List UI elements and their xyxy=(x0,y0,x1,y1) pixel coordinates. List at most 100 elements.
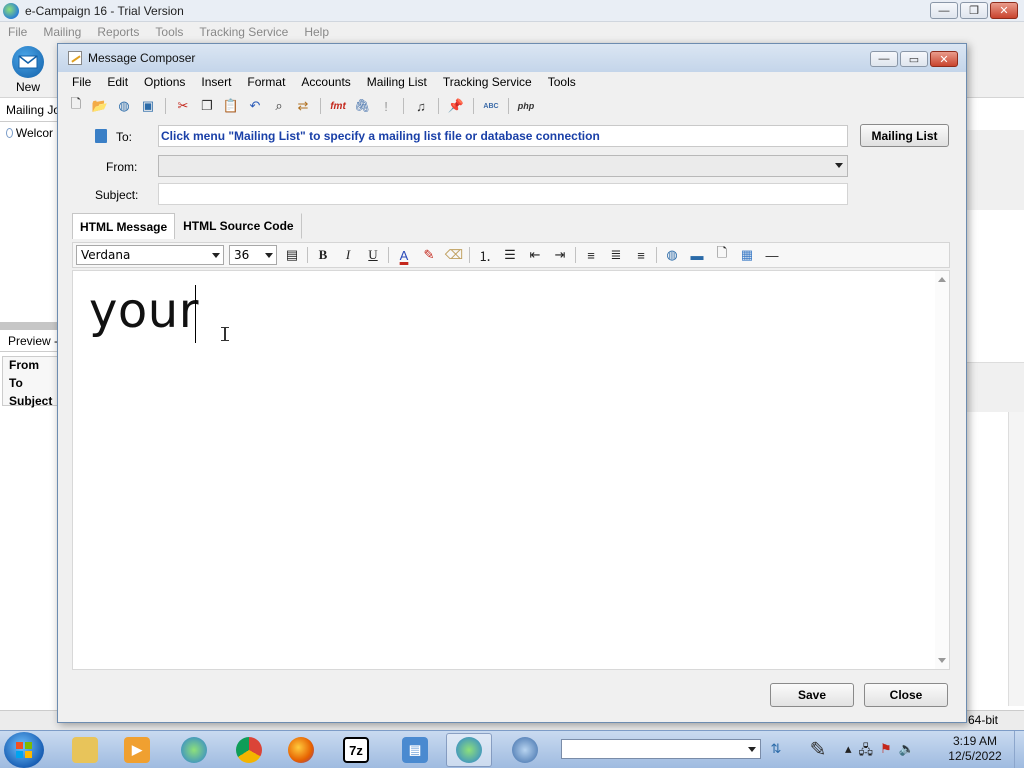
outdent-icon[interactable]: ⇤ xyxy=(525,245,545,265)
taskbar-firefox[interactable] xyxy=(278,733,324,767)
to-field[interactable]: Click menu "Mailing List" to specify a m… xyxy=(158,125,848,147)
align-left-icon[interactable]: ≡ xyxy=(581,245,601,265)
new-campaign-button[interactable]: New xyxy=(4,46,52,98)
music-icon[interactable]: ♫ xyxy=(411,96,431,116)
fmt-icon[interactable]: fmt xyxy=(328,96,348,116)
font-size-select[interactable]: 36 xyxy=(229,245,277,265)
main-menu-file[interactable]: File xyxy=(0,25,35,39)
numbered-list-icon[interactable]: ⒈ xyxy=(475,245,495,265)
show-desktop-button[interactable] xyxy=(1014,731,1024,768)
main-menu-mailing[interactable]: Mailing xyxy=(35,25,89,39)
scroll-up-icon[interactable] xyxy=(938,277,946,282)
close-button[interactable]: Close xyxy=(864,683,948,707)
taskbar-network[interactable] xyxy=(502,733,548,767)
toolbar-separator xyxy=(388,247,389,263)
composer-menu-options[interactable]: Options xyxy=(136,75,193,89)
scroll-down-icon[interactable] xyxy=(938,658,946,663)
highlight-color-icon[interactable]: ✎ xyxy=(419,245,439,265)
paragraph-format-icon[interactable]: ▤ xyxy=(282,245,302,265)
horizontal-rule-icon[interactable]: — xyxy=(762,245,782,265)
font-name-select[interactable]: Verdana xyxy=(76,245,224,265)
refresh-icon[interactable]: ⇅ xyxy=(766,739,786,759)
main-menu-help[interactable]: Help xyxy=(296,25,337,39)
main-menu-tools[interactable]: Tools xyxy=(147,25,191,39)
windows-logo-icon xyxy=(16,742,32,758)
taskbar-media-player[interactable]: ▶ xyxy=(114,733,160,767)
from-dropdown[interactable] xyxy=(158,155,848,177)
message-editor[interactable]: your xyxy=(72,270,950,670)
taskbar-address-box[interactable] xyxy=(561,739,761,759)
tab-html-source-code[interactable]: HTML Source Code xyxy=(175,213,302,239)
close-window-button[interactable]: ✕ xyxy=(990,2,1018,19)
composer-menu-tracking-service[interactable]: Tracking Service xyxy=(435,75,540,89)
paste-icon[interactable]: 📋 xyxy=(221,96,241,116)
taskbar-clock[interactable]: 3:19 AM 12/5/2022 xyxy=(940,734,1010,764)
mailing-list-button[interactable]: Mailing List xyxy=(860,124,949,147)
replace-icon[interactable]: ⇄ xyxy=(293,96,313,116)
save-button[interactable]: Save xyxy=(770,683,854,707)
cut-icon[interactable]: ✂ xyxy=(173,96,193,116)
composer-close-button[interactable]: ✕ xyxy=(930,51,958,67)
spellcheck-icon[interactable]: ABC xyxy=(481,96,501,116)
composer-menu-format[interactable]: Format xyxy=(239,75,293,89)
taskbar-remote-desktop[interactable]: ▤ xyxy=(392,733,438,767)
attachment-icon[interactable]: 🖇 xyxy=(352,96,372,116)
font-color-icon[interactable]: A xyxy=(394,245,414,265)
clear-format-icon[interactable]: ⌫ xyxy=(444,245,464,265)
minimize-button[interactable]: — xyxy=(930,2,958,19)
main-menu-reports[interactable]: Reports xyxy=(89,25,147,39)
insert-image-icon[interactable]: ▬ xyxy=(687,245,707,265)
restore-button[interactable]: ❐ xyxy=(960,2,988,19)
composer-menu-edit[interactable]: Edit xyxy=(99,75,136,89)
mailing-job-label: Welcor xyxy=(15,126,53,140)
copy-icon[interactable]: ❐ xyxy=(197,96,217,116)
tab-html-message[interactable]: HTML Message xyxy=(72,213,176,239)
composer-menu-accounts[interactable]: Accounts xyxy=(293,75,358,89)
tray-flag-icon[interactable]: ⚑ xyxy=(880,741,892,763)
align-right-icon[interactable]: ≡ xyxy=(631,245,651,265)
mailing-job-item[interactable]: Welcor xyxy=(0,122,59,144)
tray-expand-icon[interactable]: ▴ xyxy=(845,741,852,763)
undo-icon[interactable]: ↶ xyxy=(245,96,265,116)
remote-desktop-icon: ▤ xyxy=(402,737,428,763)
web-globe-icon[interactable]: ◍ xyxy=(114,96,134,116)
php-icon[interactable]: php xyxy=(516,96,536,116)
find-binoculars-icon[interactable]: ⌕ xyxy=(269,96,289,116)
main-menu-tracking-service[interactable]: Tracking Service xyxy=(191,25,296,39)
insert-file-icon[interactable]: 🗋 xyxy=(712,245,732,265)
composer-titlebar[interactable]: Message Composer — ▭ ✕ xyxy=(58,44,966,72)
subject-input[interactable] xyxy=(158,183,848,205)
editor-scrollbar[interactable] xyxy=(935,271,949,669)
bullet-list-icon[interactable]: ☰ xyxy=(500,245,520,265)
new-document-icon[interactable]: 🗋 xyxy=(66,96,86,116)
save-disk-icon[interactable]: ▣ xyxy=(138,96,158,116)
indent-icon[interactable]: ⇥ xyxy=(550,245,570,265)
preview-to-label: To xyxy=(9,376,23,390)
insert-link-icon[interactable]: ◍ xyxy=(662,245,682,265)
composer-maximize-button[interactable]: ▭ xyxy=(900,51,928,67)
address-book-icon[interactable] xyxy=(95,129,107,143)
preview-scrollbar[interactable] xyxy=(1008,412,1024,706)
taskbar-file-explorer[interactable] xyxy=(62,733,108,767)
taskbar-e-campaign[interactable] xyxy=(171,733,217,767)
bold-button[interactable]: B xyxy=(313,245,333,265)
composer-menu-insert[interactable]: Insert xyxy=(193,75,239,89)
tray-volume-icon[interactable]: 🔈 xyxy=(899,741,915,763)
taskbar-7zip[interactable]: 7z xyxy=(333,733,379,767)
tray-network-icon[interactable]: 🖧 xyxy=(859,741,874,763)
open-folder-icon[interactable]: 📂 xyxy=(90,96,110,116)
insert-table-icon[interactable]: ▦ xyxy=(737,245,757,265)
start-button[interactable] xyxy=(4,732,44,768)
underline-button[interactable]: U xyxy=(363,245,383,265)
taskbar-chrome[interactable] xyxy=(226,733,272,767)
taskbar-e-campaign-active[interactable] xyxy=(446,733,492,767)
composer-menu-file[interactable]: File xyxy=(64,75,99,89)
pin-icon[interactable]: 📌 xyxy=(446,96,466,116)
composer-menu-tools[interactable]: Tools xyxy=(540,75,584,89)
align-center-icon[interactable]: ≣ xyxy=(606,245,626,265)
italic-button[interactable]: I xyxy=(338,245,358,265)
pen-tablet-icon[interactable]: ✎ xyxy=(804,735,832,763)
composer-minimize-button[interactable]: — xyxy=(870,51,898,67)
composer-menu-mailing-list[interactable]: Mailing List xyxy=(359,75,435,89)
priority-icon[interactable]: ! xyxy=(376,96,396,116)
